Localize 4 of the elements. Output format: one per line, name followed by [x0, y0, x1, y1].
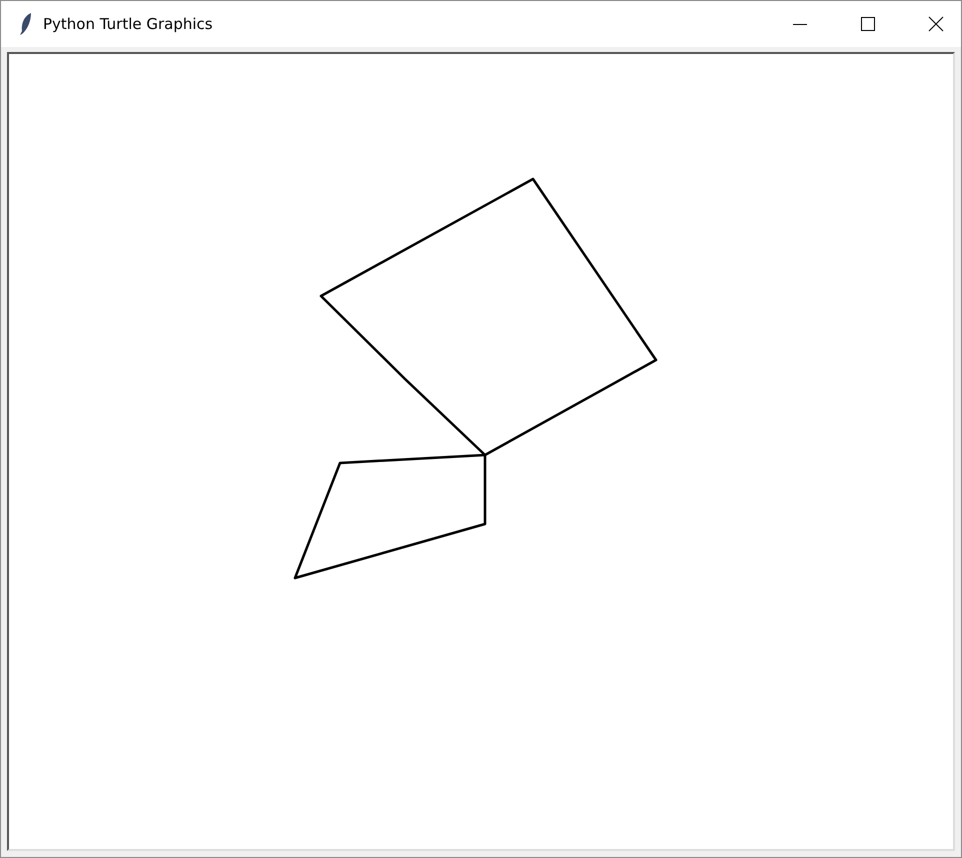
close-icon[interactable]: [928, 16, 944, 32]
feather-icon: [19, 12, 33, 36]
window-title: Python Turtle Graphics: [43, 14, 213, 35]
maximize-icon[interactable]: [861, 17, 875, 31]
